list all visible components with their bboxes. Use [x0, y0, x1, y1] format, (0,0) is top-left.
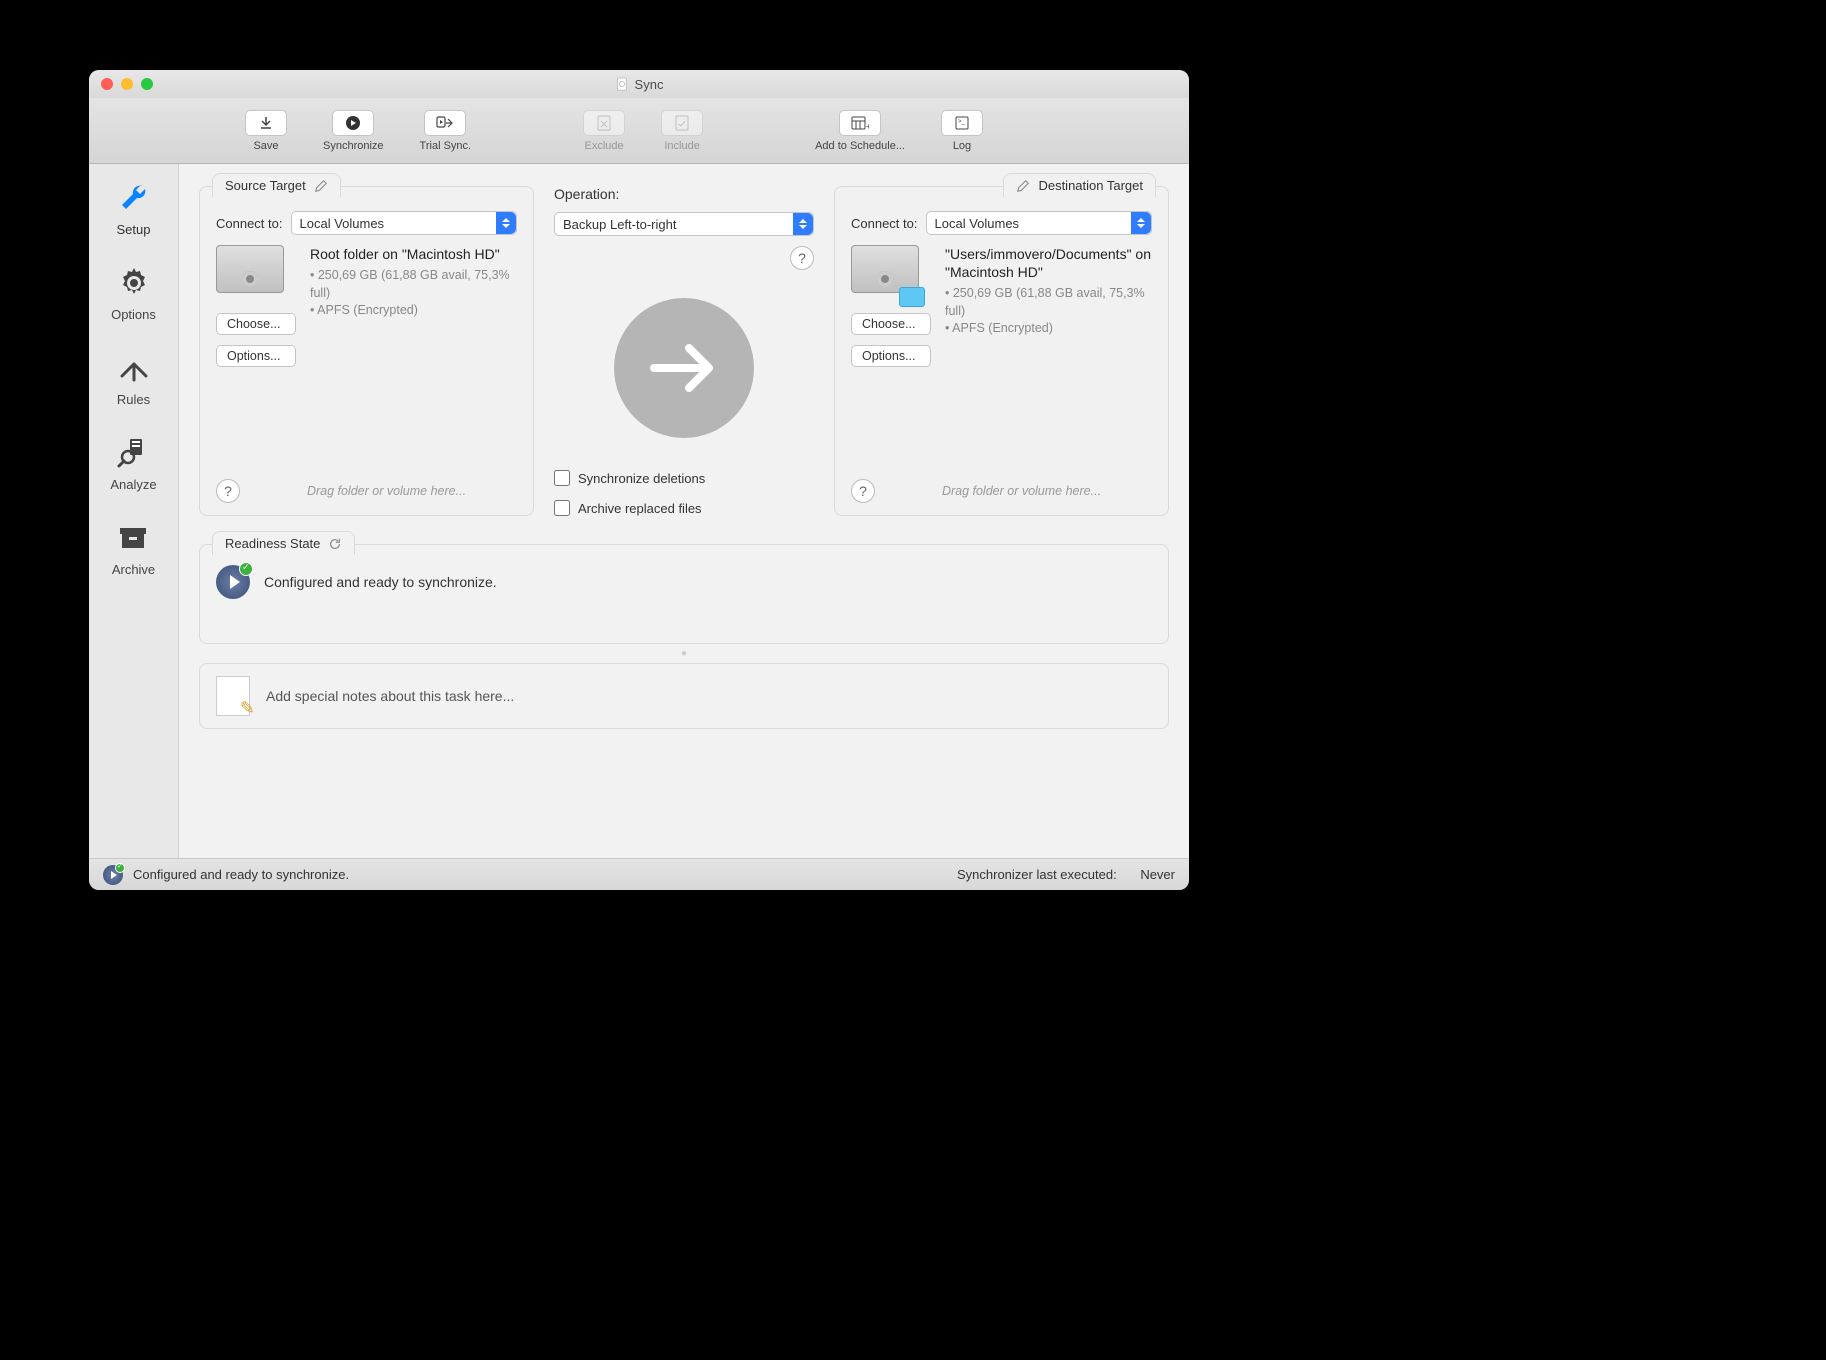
sidebar-options[interactable]: Options [111, 265, 156, 322]
log-icon: >_ [954, 115, 970, 131]
svg-text:>_: >_ [958, 119, 966, 125]
destination-options-button[interactable]: Options... [851, 345, 931, 367]
destination-choose-button[interactable]: Choose... [851, 313, 931, 335]
sidebar-analyze[interactable]: Analyze [110, 435, 156, 492]
readiness-panel: Readiness State Configured and ready to … [199, 544, 1169, 644]
sidebar-rules[interactable]: Rules [116, 350, 152, 407]
source-meta-storage: • 250,69 GB (61,88 GB avail, 75,3% full) [310, 267, 517, 302]
source-choose-button[interactable]: Choose... [216, 313, 296, 335]
source-tab[interactable]: Source Target [212, 173, 341, 197]
traffic-lights [89, 78, 153, 90]
resize-grip[interactable]: ● [199, 648, 1169, 659]
notes-icon [216, 676, 250, 716]
destination-title: "Users/immovero/Documents" on "Macintosh… [945, 245, 1152, 281]
sidebar-archive[interactable]: Archive [112, 520, 155, 577]
operation-column: Operation: Backup Left-to-right ? Synchr… [554, 186, 814, 516]
archive-icon [115, 520, 151, 556]
source-target-panel: Source Target Connect to: Local Volumes [199, 186, 534, 516]
destination-meta-storage: • 250,69 GB (61,88 GB avail, 75,3% full) [945, 285, 1152, 320]
refresh-icon[interactable] [328, 537, 342, 551]
destination-connect-label: Connect to: [851, 216, 918, 231]
archive-replaced-checkbox[interactable]: Archive replaced files [554, 500, 814, 516]
sidebar-setup[interactable]: Setup [116, 180, 152, 237]
toolbar-include: Include [661, 110, 703, 152]
toolbar-synchronize[interactable]: Synchronize [323, 110, 384, 152]
source-drag-hint: Drag folder or volume here... [256, 484, 517, 498]
pencil-icon [1016, 179, 1030, 193]
wrench-icon [116, 180, 152, 216]
close-window[interactable] [101, 78, 113, 90]
readiness-tab: Readiness State [212, 531, 355, 555]
toolbar-log[interactable]: >_ Log [941, 110, 983, 152]
toolbar-save[interactable]: Save [245, 110, 287, 152]
gear-icon [116, 265, 152, 301]
schedule-icon: + [851, 115, 869, 131]
pencil-icon [314, 179, 328, 193]
sync-deletions-checkbox[interactable]: Synchronize deletions [554, 470, 814, 486]
toolbar-add-schedule[interactable]: + Add to Schedule... [815, 110, 905, 152]
source-meta-fs: • APFS (Encrypted) [310, 302, 517, 320]
content: Source Target Connect to: Local Volumes [179, 164, 1189, 858]
app-window: Sync Save Synchronize Trial Sync. Exclud… [89, 70, 1189, 890]
destination-tab[interactable]: Destination Target [1003, 173, 1156, 197]
svg-text:+: + [866, 122, 869, 131]
exclude-icon [597, 115, 611, 131]
readiness-text: Configured and ready to synchronize. [264, 574, 497, 590]
status-icon [103, 865, 123, 885]
source-disk-icon [216, 245, 288, 303]
destination-help-button[interactable]: ? [851, 479, 875, 503]
readiness-status-icon [216, 565, 250, 599]
titlebar: Sync [89, 70, 1189, 98]
document-icon [615, 77, 629, 91]
destination-meta-fs: • APFS (Encrypted) [945, 320, 1152, 338]
toolbar: Save Synchronize Trial Sync. Exclude Inc… [89, 98, 1189, 164]
destination-connect-select[interactable]: Local Volumes [926, 211, 1153, 235]
main-area: Setup Options Rules Analyze Archive [89, 164, 1189, 858]
source-connect-select[interactable]: Local Volumes [291, 211, 518, 235]
statusbar: Configured and ready to synchronize. Syn… [89, 858, 1189, 890]
source-options-button[interactable]: Options... [216, 345, 296, 367]
include-icon [675, 115, 689, 131]
notes-panel[interactable]: Add special notes about this task here..… [199, 663, 1169, 729]
status-right-value: Never [1140, 867, 1175, 882]
status-left-text: Configured and ready to synchronize. [133, 867, 349, 882]
source-connect-label: Connect to: [216, 216, 283, 231]
minimize-window[interactable] [121, 78, 133, 90]
destination-disk-icon [851, 245, 923, 303]
operation-select[interactable]: Backup Left-to-right [554, 212, 814, 236]
toolbar-exclude: Exclude [583, 110, 625, 152]
operation-help-button[interactable]: ? [790, 246, 814, 270]
rules-icon [116, 350, 152, 386]
save-icon [258, 115, 274, 131]
zoom-window[interactable] [141, 78, 153, 90]
notes-placeholder: Add special notes about this task here..… [266, 688, 514, 704]
sidebar: Setup Options Rules Analyze Archive [89, 164, 179, 858]
analyze-icon [116, 435, 152, 471]
toolbar-trial-sync[interactable]: Trial Sync. [420, 110, 472, 152]
source-title: Root folder on "Macintosh HD" [310, 245, 517, 263]
direction-arrow-icon [614, 298, 754, 438]
source-help-button[interactable]: ? [216, 479, 240, 503]
destination-target-panel: Destination Target Connect to: Local Vol… [834, 186, 1169, 516]
play-icon [345, 115, 361, 131]
operation-label: Operation: [554, 186, 814, 202]
trial-icon [436, 115, 454, 131]
window-title: Sync [635, 77, 664, 92]
status-right-label: Synchronizer last executed: [957, 867, 1117, 882]
destination-drag-hint: Drag folder or volume here... [891, 484, 1152, 498]
